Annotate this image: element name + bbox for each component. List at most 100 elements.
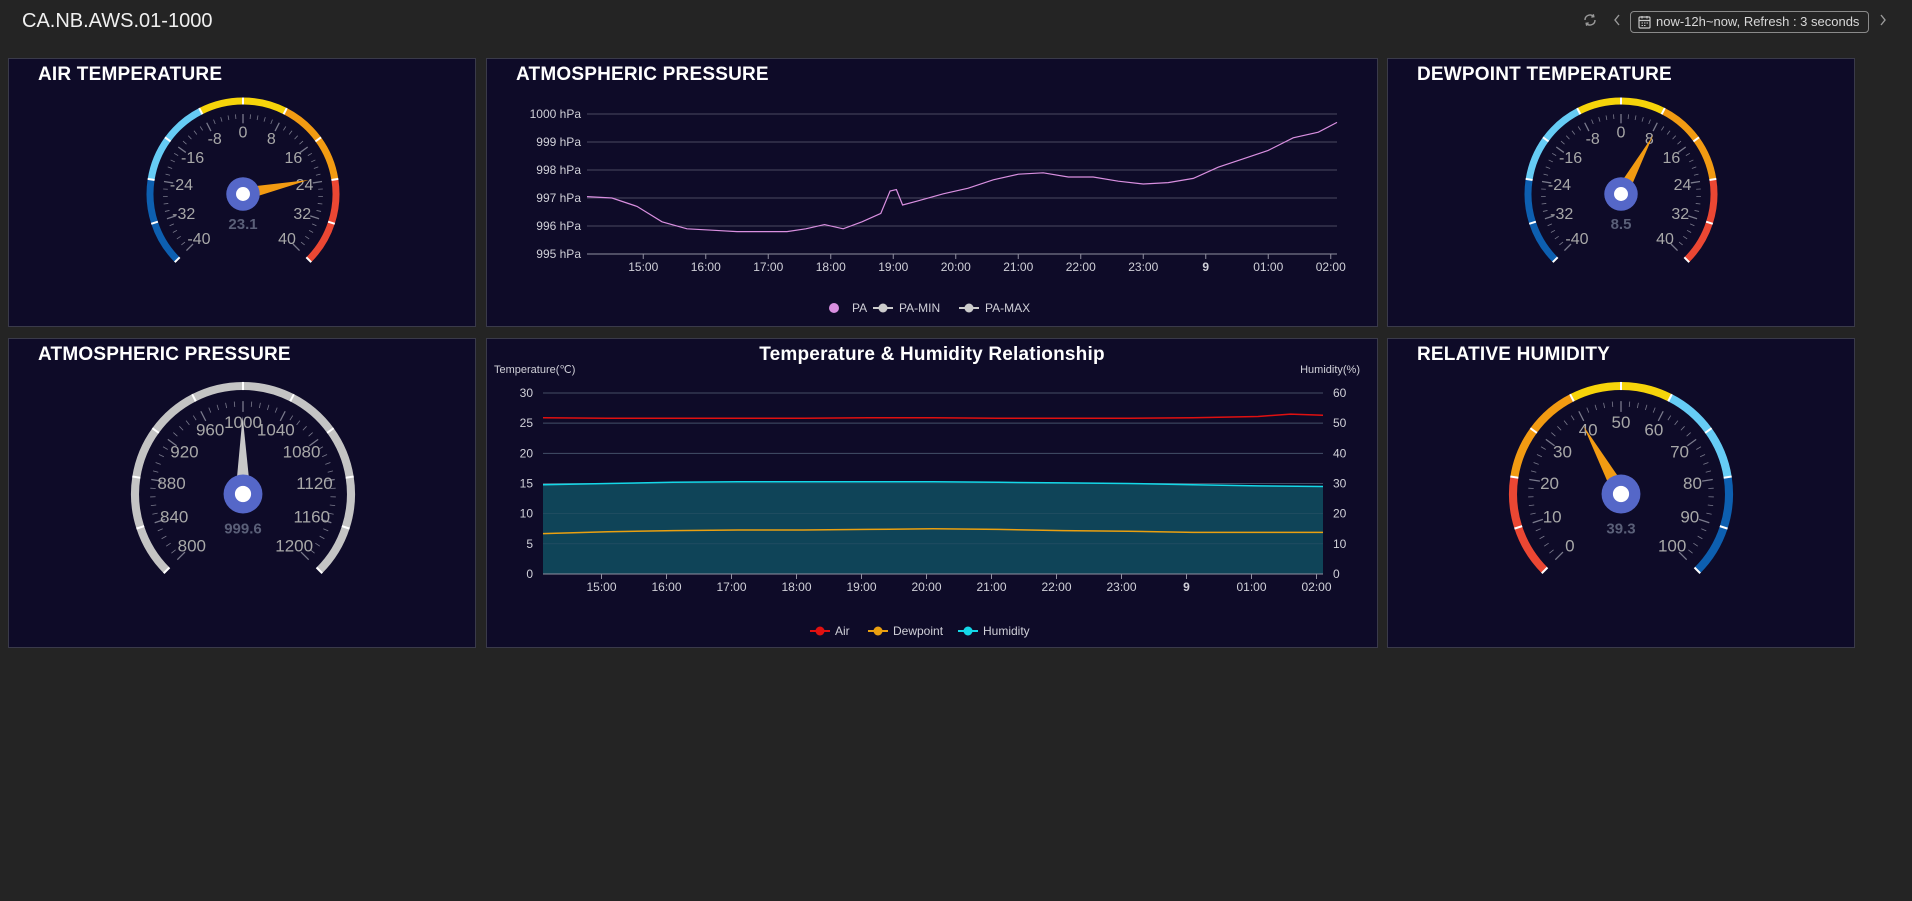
gauge-tick-label: -16 [181,150,204,167]
gauge-atmospheric-pressure: 8008408809209601000104010801120116012009… [130,381,356,574]
gauge-tick [258,402,261,409]
gauge-tick [311,223,317,227]
calendar-icon [1638,15,1651,35]
y-tick-label: 25 [520,416,534,430]
gauge-tick [250,401,253,407]
chevron-left-icon[interactable] [1612,12,1622,34]
gauge-tick [165,542,171,547]
time-range-picker[interactable]: now-12h~now, Refresh : 3 seconds [1630,11,1869,33]
x-tick-label: 18:00 [816,260,846,274]
gauge-tick [206,122,212,132]
gauge-tick [1551,152,1557,156]
gauge-band [1668,394,1732,478]
gauge-tick [323,528,329,532]
x-tick-label: 18:00 [781,580,811,594]
y2-tick-label: 0 [1333,567,1340,581]
y-tick-label: 998 hPa [536,163,581,177]
y-tick-label: 999 hPa [536,135,581,149]
gauge-tick [1648,119,1651,125]
gauge-tick-label: 40 [278,231,296,248]
gauge-tick [161,535,167,540]
gauge-tick [1535,528,1541,532]
gauge-tick [1698,518,1710,524]
gauge-tick-label: -32 [1550,206,1573,223]
gauge-tick-label: -24 [1548,177,1571,194]
y-tick-label: 10 [520,507,534,521]
gauge-tick [256,115,259,121]
gauge-value: 39.3 [1606,521,1635,538]
gauge-tick-label: -24 [170,177,193,194]
gauge-tick [1529,478,1541,482]
gauge-tick [312,180,323,184]
gauge-tick-label: -8 [208,131,222,148]
gauge-tick [155,462,161,465]
gauge-tick [216,404,219,411]
gauge-tick [1701,528,1707,532]
gauge-tick [302,426,307,431]
series-line-pa [586,121,1338,233]
gauge-tick [1530,512,1536,515]
gauge-band-tick [132,475,141,479]
gauge-tick [1645,404,1648,411]
legend-marker [815,626,825,636]
gauge-tick [315,542,321,547]
gauge-tick [270,119,273,125]
x-tick-label: 01:00 [1236,580,1266,594]
gauge-tick [305,236,310,240]
legend-marker [829,303,839,313]
gauge-tick [1545,166,1551,169]
gauge-band [290,394,354,478]
gauge-tick [1689,223,1695,227]
gauge-tick-label: 80 [1683,474,1702,493]
legend-label: Air [835,624,850,638]
gauge-band [1510,394,1574,478]
x-tick-label: 23:00 [1128,260,1158,274]
top-bar: CA.NB.AWS.01-1000 now-12h~now, Refresh :… [0,0,1912,46]
y2-tick-label: 30 [1333,477,1347,491]
gauge-tick [1586,407,1590,413]
gauge-tick [274,407,278,413]
gauge-tick [1551,432,1556,437]
y-tick-label: 997 hPa [536,191,581,205]
gauge-tick-label: 1080 [283,443,321,462]
gauge-tick [157,528,163,532]
gauge-tick [1691,166,1697,169]
gauge-tick [163,203,169,205]
gauge-tick [181,241,186,246]
gauge-tick [316,210,322,212]
gauge-tick [313,166,319,169]
gauge-tick [1577,126,1581,131]
legend-marker [878,303,888,313]
gauge-band [1661,108,1717,181]
gauge-tick [1539,535,1545,540]
gauge-tick [213,119,216,125]
y2-tick-label: 20 [1333,507,1347,521]
gauge-tick [172,229,178,233]
gauge-tick [208,407,212,413]
gauge-tick-label: 10 [1543,507,1562,526]
x-tick-label: 19:00 [878,260,908,274]
gauge-tick [152,470,159,473]
gauge-tick [173,432,178,437]
gauge-tick [165,173,171,176]
gauge-air-temperature: -40 -32 -24 -16-8 0 8 16 24 32 40 23.1 [146,97,340,263]
gauge-tick [299,140,304,145]
gauge-tick-label: 920 [170,443,198,462]
y2-tick-label: 60 [1333,386,1347,400]
gauge-band [147,108,203,181]
gauge-tick-label: 840 [160,507,188,526]
gauge-value: 23.1 [228,216,257,233]
gauge-tick [1703,462,1709,465]
x-tick-label: 19:00 [846,580,876,594]
gauge-tick [187,135,192,140]
gauge-tick [267,404,270,411]
chevron-right-icon[interactable] [1878,12,1888,34]
gauge-tick-label: 880 [157,474,185,493]
gauge-tick [1634,115,1637,121]
gauge-tick [317,203,323,205]
gauge-tick [1661,126,1665,131]
gauge-band-tick [1510,475,1519,479]
dashboard-title: CA.NB.AWS.01-1000 [22,10,213,32]
y2-tick-label: 50 [1333,416,1347,430]
refresh-icon[interactable] [1582,12,1598,34]
